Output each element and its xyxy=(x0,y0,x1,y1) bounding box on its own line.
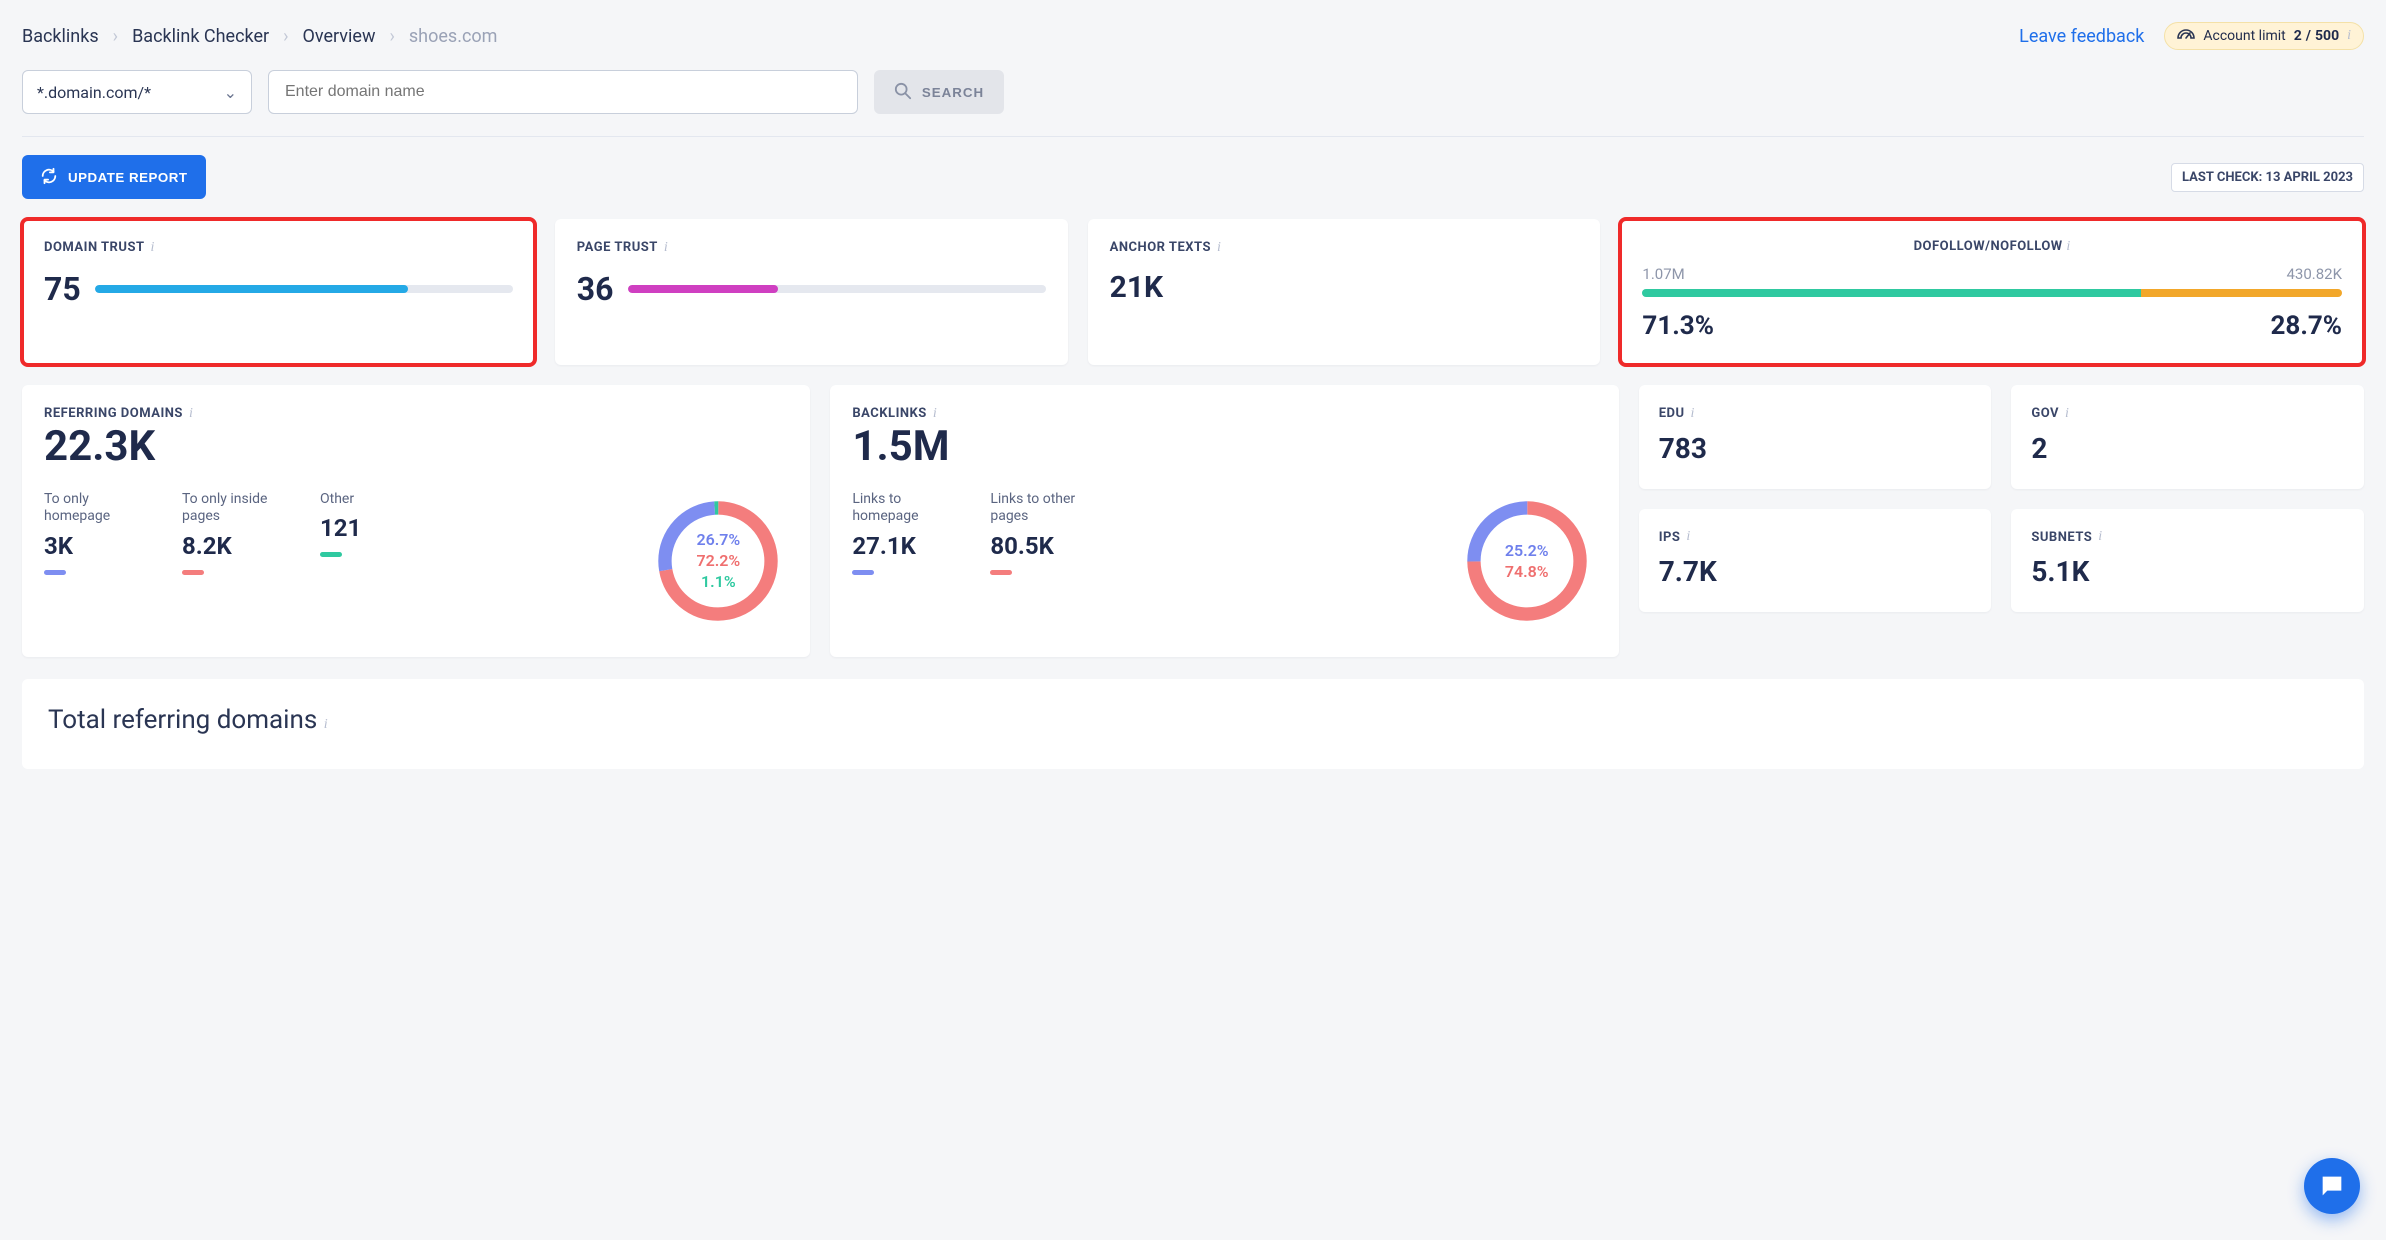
domain-scope-select[interactable]: *.domain.com/* ⌄ xyxy=(22,70,252,114)
breadcrumb: Backlinks › Backlink Checker › Overview … xyxy=(22,26,497,47)
info-icon[interactable]: i xyxy=(1217,240,1221,256)
card-title: IPS xyxy=(1659,530,1681,545)
sub-value: 3K xyxy=(44,532,154,560)
domain-scope-value: *.domain.com/* xyxy=(37,83,151,102)
legend-swatch xyxy=(182,570,204,575)
gauge-icon xyxy=(2177,29,2195,43)
referring-domains-total: 22.3K xyxy=(44,422,788,471)
account-limit-total: 500 xyxy=(2315,28,2339,44)
gov-value: 2 xyxy=(2031,432,2344,465)
page-trust-bar xyxy=(628,285,1046,293)
ips-card[interactable]: IPS i 7.7K xyxy=(1639,509,1992,613)
sub-value: 121 xyxy=(320,514,361,542)
nofollow-percent: 28.7% xyxy=(2270,311,2342,341)
chevron-right-icon: › xyxy=(113,26,118,47)
breadcrumb-item[interactable]: Backlinks xyxy=(22,26,99,47)
chevron-right-icon: › xyxy=(389,26,394,47)
edu-value: 783 xyxy=(1659,432,1972,465)
anchor-texts-value: 21K xyxy=(1110,270,1579,305)
dofollow-percent: 71.3% xyxy=(1642,311,1714,341)
referring-domains-card[interactable]: REFERRING DOMAINS i 22.3K To only homepa… xyxy=(22,385,810,657)
breadcrumb-item[interactable]: Backlink Checker xyxy=(132,26,269,47)
info-icon[interactable]: i xyxy=(2347,28,2351,44)
card-title: DOFOLLOW/NOFOLLOW xyxy=(1914,239,2063,254)
sub-label: To only homepage xyxy=(44,491,154,526)
card-title: DOMAIN TRUST xyxy=(44,240,145,255)
backlinks-card[interactable]: BACKLINKS i 1.5M Links to homepage 27.1K… xyxy=(830,385,1618,657)
info-icon[interactable]: i xyxy=(189,406,193,422)
dofollow-nofollow-bar xyxy=(1642,289,2342,297)
page-trust-card[interactable]: PAGE TRUST i 36 xyxy=(555,219,1068,365)
subnets-value: 5.1K xyxy=(2031,555,2344,588)
page-trust-value: 36 xyxy=(577,270,614,308)
subnets-card[interactable]: SUBNETS i 5.1K xyxy=(2011,509,2364,613)
info-icon[interactable]: i xyxy=(1691,406,1695,422)
referring-domains-donut: 26.7% 72.2% 1.1% xyxy=(648,491,788,631)
gov-card[interactable]: GOV i 2 xyxy=(2011,385,2364,489)
domain-trust-card[interactable]: DOMAIN TRUST i 75 xyxy=(22,219,535,365)
account-limit-label: Account limit xyxy=(2203,28,2285,44)
update-report-label: UPDATE REPORT xyxy=(68,170,188,185)
breadcrumb-item[interactable]: Overview xyxy=(303,26,376,47)
chat-button[interactable] xyxy=(2304,1158,2360,1214)
leave-feedback-link[interactable]: Leave feedback xyxy=(2019,26,2144,47)
dofollow-nofollow-card[interactable]: DOFOLLOW/NOFOLLOW i 1.07M 430.82K 71.3% … xyxy=(1620,219,2364,365)
edu-card[interactable]: EDU i 783 xyxy=(1639,385,1992,489)
info-icon[interactable]: i xyxy=(664,240,668,256)
info-icon[interactable]: i xyxy=(933,406,937,422)
legend-swatch xyxy=(44,570,66,575)
card-title: SUBNETS xyxy=(2031,530,2092,545)
chevron-right-icon: › xyxy=(283,26,288,47)
anchor-texts-card[interactable]: ANCHOR TEXTS i 21K xyxy=(1088,219,1601,365)
dofollow-count: 1.07M xyxy=(1642,265,1684,283)
account-limit-badge[interactable]: Account limit 2 / 500 i xyxy=(2164,22,2364,50)
sub-value: 80.5K xyxy=(990,532,1100,560)
info-icon[interactable]: i xyxy=(2065,406,2069,422)
card-title: GOV xyxy=(2031,406,2059,421)
ips-value: 7.7K xyxy=(1659,555,1972,588)
sub-label: To only inside pages xyxy=(182,491,292,526)
update-report-button[interactable]: UPDATE REPORT xyxy=(22,155,206,199)
donut-pct: 26.7% xyxy=(696,530,740,549)
donut-pct: 1.1% xyxy=(701,572,736,591)
chevron-down-icon: ⌄ xyxy=(224,83,237,102)
card-title: BACKLINKS xyxy=(852,406,926,421)
info-icon[interactable]: i xyxy=(2098,529,2102,545)
backlinks-donut: 25.2% 74.8% xyxy=(1457,491,1597,631)
info-icon[interactable]: i xyxy=(2066,239,2070,254)
breadcrumb-current: shoes.com xyxy=(409,26,498,47)
donut-pct: 72.2% xyxy=(696,551,740,570)
nofollow-count: 430.82K xyxy=(2286,265,2342,283)
section-title: Total referring domains xyxy=(48,705,317,735)
sub-label: Other xyxy=(320,491,361,509)
sub-label: Links to homepage xyxy=(852,491,962,526)
card-title: REFERRING DOMAINS xyxy=(44,406,183,421)
sub-label: Links to other pages xyxy=(990,491,1100,526)
sub-value: 8.2K xyxy=(182,532,292,560)
card-title: EDU xyxy=(1659,406,1685,421)
account-limit-used: 2 xyxy=(2294,28,2302,44)
search-icon xyxy=(894,82,912,103)
info-icon[interactable]: i xyxy=(324,717,328,732)
domain-trust-value: 75 xyxy=(44,270,81,308)
refresh-icon xyxy=(40,167,58,188)
sub-value: 27.1K xyxy=(852,532,962,560)
chat-icon xyxy=(2318,1172,2346,1200)
search-button-label: SEARCH xyxy=(922,85,984,100)
card-title: ANCHOR TEXTS xyxy=(1110,240,1211,255)
legend-swatch xyxy=(852,570,874,575)
domain-trust-bar xyxy=(95,285,513,293)
backlinks-total: 1.5M xyxy=(852,422,1596,471)
legend-swatch xyxy=(990,570,1012,575)
domain-input[interactable] xyxy=(268,70,858,114)
legend-swatch xyxy=(320,552,342,557)
donut-pct: 74.8% xyxy=(1505,562,1549,581)
card-title: PAGE TRUST xyxy=(577,240,658,255)
info-icon[interactable]: i xyxy=(151,240,155,256)
last-check-badge: LAST CHECK: 13 APRIL 2023 xyxy=(2171,163,2364,192)
search-button[interactable]: SEARCH xyxy=(874,70,1004,114)
info-icon[interactable]: i xyxy=(1686,529,1690,545)
donut-pct: 25.2% xyxy=(1505,541,1549,560)
total-referring-domains-section: Total referring domains i xyxy=(22,679,2364,769)
